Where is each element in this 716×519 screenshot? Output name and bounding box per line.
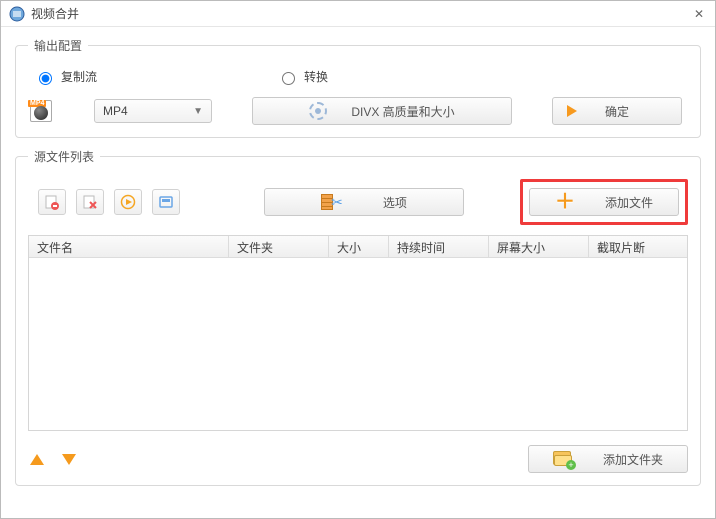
file-table-header: 文件名 文件夹 大小 持续时间 屏幕大小 截取片断 <box>29 236 687 258</box>
col-duration[interactable]: 持续时间 <box>389 236 489 258</box>
source-list-legend: 源文件列表 <box>28 148 100 165</box>
arrow-up-icon <box>30 454 44 465</box>
divx-quality-button[interactable]: DIVX 高质量和大小 <box>252 97 512 125</box>
close-icon[interactable]: ✕ <box>691 7 707 21</box>
confirm-label: 确定 <box>605 103 629 120</box>
source-list-group: 源文件列表 ✂ 选项 <box>15 148 701 486</box>
col-size[interactable]: 大小 <box>329 236 389 258</box>
add-file-button[interactable]: ＋ 添加文件 <box>529 188 679 216</box>
file-table[interactable]: 文件名 文件夹 大小 持续时间 屏幕大小 截取片断 <box>28 235 688 431</box>
folder-plus-icon: + <box>553 451 573 467</box>
confirm-button[interactable]: 确定 <box>552 97 682 125</box>
col-folder[interactable]: 文件夹 <box>229 236 329 258</box>
format-file-icon: MP4 <box>30 100 54 122</box>
add-file-label: 添加文件 <box>605 194 653 211</box>
view-mode-button[interactable] <box>152 189 180 215</box>
radio-copy-stream[interactable]: 复制流 <box>34 68 97 85</box>
radio-convert-label: 转换 <box>304 68 328 85</box>
highlight-frame: ＋ 添加文件 <box>520 179 688 225</box>
col-filename[interactable]: 文件名 <box>29 236 229 258</box>
col-screen[interactable]: 屏幕大小 <box>489 236 589 258</box>
add-folder-label: 添加文件夹 <box>603 451 663 468</box>
radio-copy-stream-input[interactable] <box>39 72 52 85</box>
preview-play-button[interactable] <box>114 189 142 215</box>
options-button[interactable]: ✂ 选项 <box>264 188 464 216</box>
options-label: 选项 <box>383 194 407 211</box>
output-config-group: 输出配置 复制流 转换 MP4 MP4 ▼ DIVX <box>15 37 701 138</box>
radio-copy-stream-label: 复制流 <box>61 68 97 85</box>
add-folder-button[interactable]: + 添加文件夹 <box>528 445 688 473</box>
gear-icon <box>309 102 327 120</box>
titlebar: 视频合并 ✕ <box>1 1 715 27</box>
divx-quality-label: DIVX 高质量和大小 <box>351 103 454 120</box>
col-clip[interactable]: 截取片断 <box>589 236 687 258</box>
scissors-icon: ✂ <box>331 194 343 211</box>
move-down-button[interactable] <box>60 450 78 468</box>
radio-convert-input[interactable] <box>282 72 295 85</box>
remove-item-button[interactable] <box>38 189 66 215</box>
clear-list-button[interactable] <box>76 189 104 215</box>
arrow-down-icon <box>62 454 76 465</box>
output-config-legend: 输出配置 <box>28 37 88 54</box>
chevron-down-icon: ▼ <box>193 106 203 117</box>
move-up-button[interactable] <box>28 450 46 468</box>
radio-convert[interactable]: 转换 <box>277 68 328 85</box>
format-dropdown[interactable]: MP4 ▼ <box>94 99 212 123</box>
app-icon <box>9 6 25 22</box>
format-dropdown-value: MP4 <box>103 104 128 118</box>
arrow-right-icon <box>567 105 577 117</box>
window-title: 视频合并 <box>31 5 79 22</box>
